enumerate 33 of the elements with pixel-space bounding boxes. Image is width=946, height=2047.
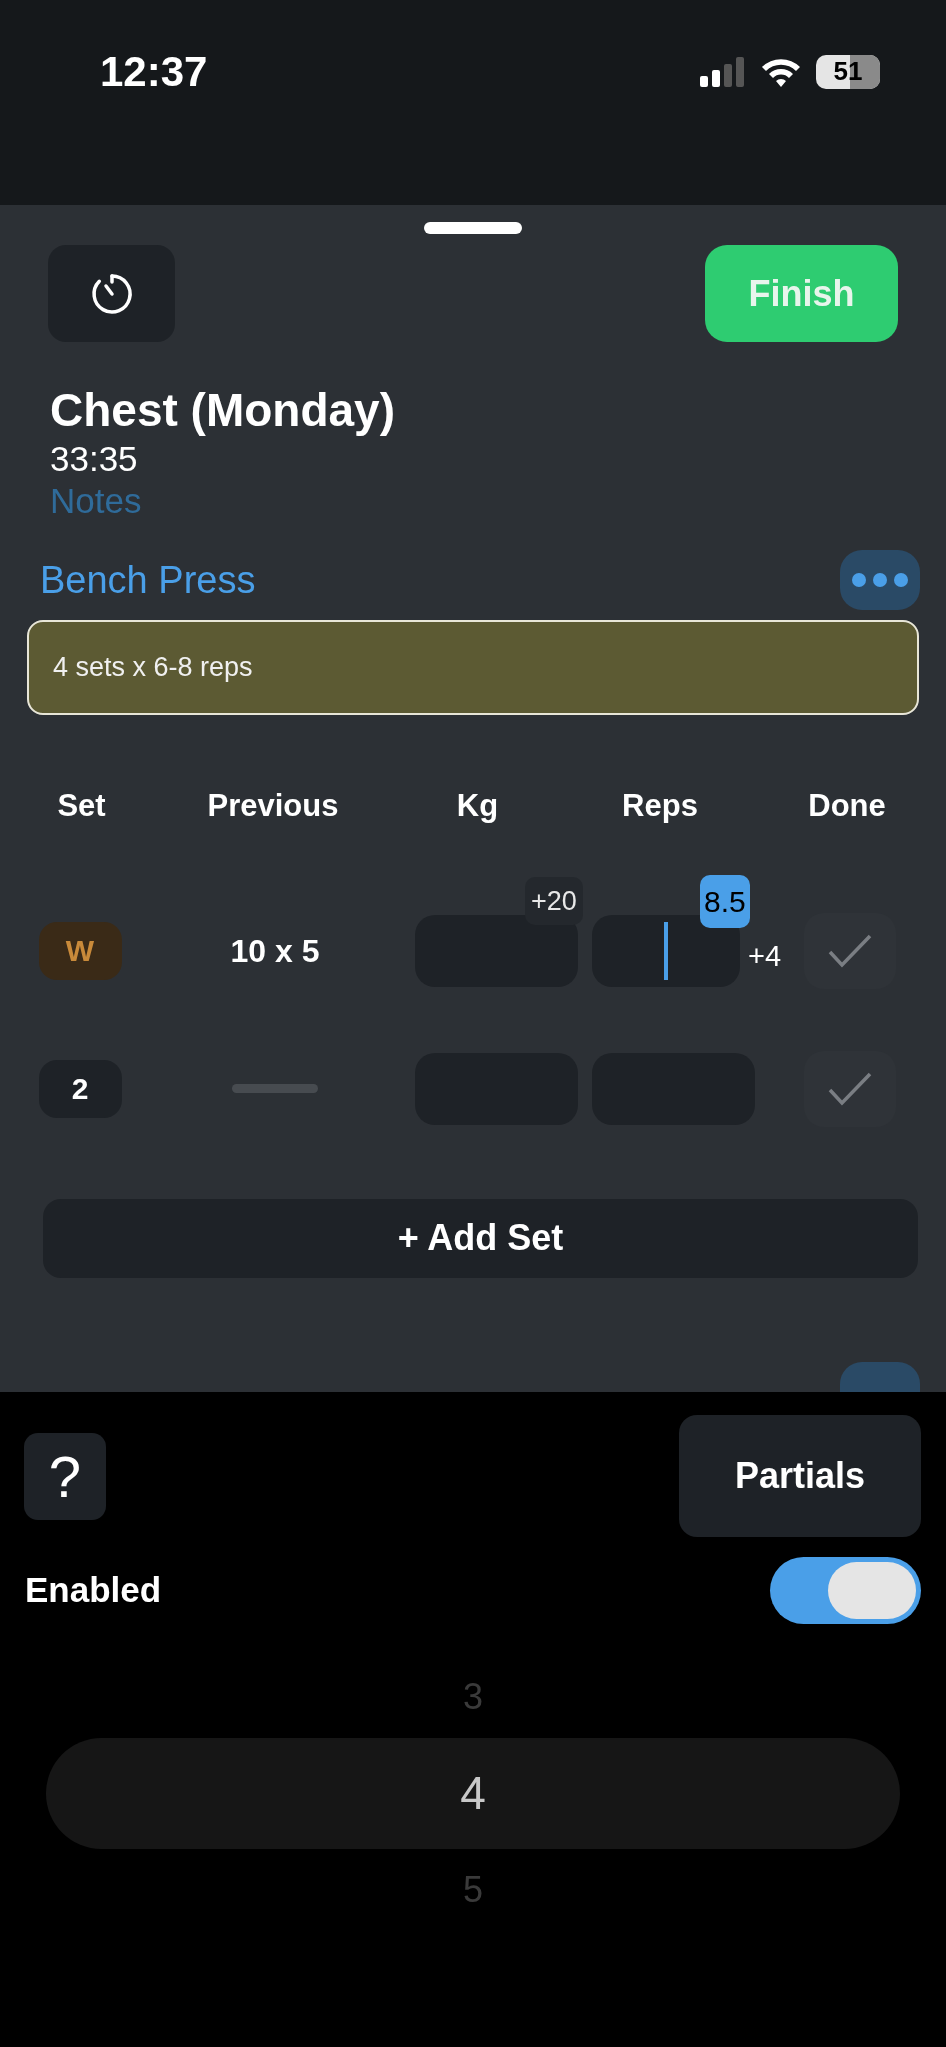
column-header: Reps [622, 787, 698, 825]
column-header: Done [808, 787, 886, 825]
workout-title: Chest (Monday) [50, 383, 395, 438]
add-set-button[interactable]: + Add Set [43, 1198, 918, 1278]
signal-icon [700, 56, 746, 87]
enabled-label: Enabled [25, 1569, 162, 1612]
partials-button[interactable]: Partials [679, 1415, 921, 1537]
reps-hint: 8.5 [700, 874, 750, 928]
reps-increment: +4 [748, 938, 782, 974]
text-cursor [664, 921, 668, 980]
check-icon [828, 1071, 872, 1106]
set-badge[interactable]: W [38, 921, 122, 980]
check-icon [828, 933, 872, 968]
notes-field[interactable]: Notes [50, 480, 350, 522]
workout-duration: 33:35 [50, 438, 138, 480]
more-icon [851, 572, 909, 588]
exercise-note[interactable]: 4 sets x 6-8 reps [27, 620, 919, 715]
previous-value: 10 x 5 [230, 931, 320, 971]
weight-increment-hint: +20 [525, 876, 583, 925]
column-header: Kg [456, 787, 499, 825]
set-badge[interactable]: 2 [38, 1059, 122, 1118]
drag-handle[interactable] [424, 222, 522, 234]
reps-field[interactable] [592, 914, 740, 987]
help-button[interactable]: ? [24, 1433, 106, 1520]
more-button[interactable] [840, 550, 920, 610]
column-header: Set [57, 787, 106, 825]
timer-button[interactable] [48, 245, 175, 342]
exercise-name[interactable]: Bench Press [40, 551, 256, 609]
status-time: 12:37 [100, 47, 208, 97]
timer-icon [89, 271, 134, 316]
column-header: Previous [207, 787, 339, 825]
battery-level: 51 [833, 55, 863, 88]
picker-option[interactable]: 4 [46, 1738, 900, 1849]
